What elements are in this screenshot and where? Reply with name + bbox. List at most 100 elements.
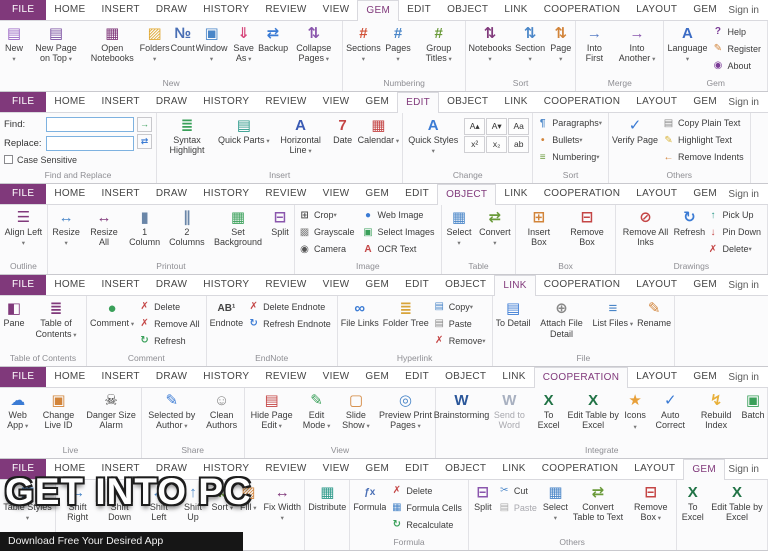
tab-review[interactable]: REVIEW <box>257 184 314 204</box>
collapse-pages-button[interactable]: ⇅ Collapse Pages ▾ <box>286 22 341 63</box>
tab-object[interactable]: OBJECT <box>437 275 494 295</box>
sections-button[interactable]: # Sections ▾ <box>344 22 383 64</box>
about-button[interactable]: ◉ About <box>709 57 766 74</box>
tab-home[interactable]: HOME <box>46 184 93 204</box>
tab-cooperation[interactable]: COOPERATION <box>536 92 628 112</box>
sign-in-button[interactable]: Sign in <box>728 275 768 295</box>
delete-button[interactable]: ✗ Delete <box>136 298 205 315</box>
tab-draw[interactable]: DRAW <box>148 367 195 387</box>
1-column-button[interactable]: ▮ 1 Column <box>125 206 165 247</box>
remove-all-inks-button[interactable]: ⊘ Remove All Inks <box>617 206 675 247</box>
pick-up-button[interactable]: ↑ Pick Up <box>704 207 766 224</box>
tab-gem-2[interactable]: GEM <box>685 184 725 204</box>
tab-view[interactable]: VIEW <box>315 0 358 20</box>
help-button[interactable]: ? Help <box>709 23 766 40</box>
find-input[interactable] <box>46 116 134 132</box>
grow-font-button[interactable]: A▴ <box>464 117 486 135</box>
2-columns-button[interactable]: ∥ 2 Columns <box>165 206 209 247</box>
grayscale-button[interactable]: ▩ Grayscale <box>296 224 360 241</box>
tab-cooperation[interactable]: COOPERATION <box>534 459 626 479</box>
shift-down-button[interactable]: ↓ Shift Down <box>98 481 141 522</box>
slide-show-button[interactable]: ▢ Slide Show ▾ <box>335 389 376 430</box>
refresh-endnote-button[interactable]: ↻ Refresh Endnote <box>245 315 336 332</box>
tab-layout[interactable]: LAYOUT <box>628 367 685 387</box>
highlight-text-button[interactable]: ✎ Highlight Text <box>660 132 749 149</box>
remove-button[interactable]: ✗ Remove ▾ <box>431 332 491 349</box>
tab-gem[interactable]: GEM <box>357 0 400 21</box>
selected-by-author-button[interactable]: ✎ Selected by Author ▾ <box>143 389 201 430</box>
tab-view[interactable]: VIEW <box>315 367 358 387</box>
tab-gem[interactable]: GEM <box>357 459 397 479</box>
tab-link[interactable]: LINK <box>496 184 535 204</box>
tab-file[interactable]: FILE <box>0 0 47 20</box>
tab-cooperation[interactable]: COOPERATION <box>533 367 629 389</box>
count-button[interactable]: № Count <box>170 22 196 53</box>
tab-gem-2[interactable]: GEM <box>685 275 725 295</box>
tab-gem-2[interactable]: GEM <box>685 0 725 20</box>
tab-link[interactable]: LINK <box>494 459 533 479</box>
into-first-button[interactable]: → Into First <box>577 22 612 63</box>
tab-home[interactable]: HOME <box>46 92 93 112</box>
danger-size-alarm-button[interactable]: ☠ Danger Size Alarm <box>83 389 140 430</box>
tab-object[interactable]: OBJECT <box>437 367 494 387</box>
tab-review[interactable]: REVIEW <box>257 275 314 295</box>
edit-mode-button[interactable]: ✎ Edit Mode ▾ <box>298 389 336 430</box>
new-page-on-top-button[interactable]: ▤ New Page on Top ▾ <box>27 22 85 63</box>
replace-all-button[interactable]: ⇄ <box>137 133 152 149</box>
auto-correct-button[interactable]: ✓ Auto Correct <box>648 389 692 430</box>
tab-home[interactable]: HOME <box>46 367 93 387</box>
resize-all-button[interactable]: ↔ Resize All <box>83 206 124 247</box>
to-excel-button[interactable]: X To Excel <box>678 481 708 522</box>
tab-insert[interactable]: INSERT <box>94 459 148 479</box>
shift-up-button[interactable]: ↑ Shift Up <box>177 481 210 522</box>
tab-cooperation[interactable]: COOPERATION <box>536 184 628 204</box>
resize-button[interactable]: ↔ Resize ▾ <box>49 206 84 248</box>
tab-review[interactable]: REVIEW <box>257 0 314 20</box>
delete-button[interactable]: ✗ Delete <box>388 482 467 499</box>
hide-page-edit-button[interactable]: ▤ Hide Page Edit ▾ <box>246 389 298 430</box>
remove-all-button[interactable]: ✗ Remove All <box>136 315 205 332</box>
tab-file[interactable]: FILE <box>0 367 47 388</box>
numbering-button[interactable]: ≡ Numbering ▾ <box>534 149 607 166</box>
tab-insert[interactable]: INSERT <box>94 367 148 387</box>
fix-width-button[interactable]: ↔ Fix Width ▾ <box>261 481 303 523</box>
change-live-id-button[interactable]: ▣ Change Live ID <box>34 389 82 430</box>
convert-button[interactable]: ⇄ Convert ▾ <box>475 206 514 248</box>
superscript-button[interactable]: x² <box>464 135 486 153</box>
sign-in-button[interactable]: Sign in <box>728 0 768 20</box>
edit-table-by-excel-button[interactable]: X Edit Table by Excel <box>708 481 766 522</box>
tab-edit[interactable]: EDIT <box>397 459 437 479</box>
new-button[interactable]: ▤ New ▾ <box>1 22 27 64</box>
delete-endnote-button[interactable]: ✗ Delete Endnote <box>245 298 336 315</box>
tab-draw[interactable]: DRAW <box>148 92 195 112</box>
tab-file[interactable]: FILE <box>0 459 47 480</box>
tab-history[interactable]: HISTORY <box>195 92 257 112</box>
tab-view[interactable]: VIEW <box>315 92 358 112</box>
notebooks-button[interactable]: ⇅ Notebooks ▾ <box>467 22 513 64</box>
group-titles-button[interactable]: # Group Titles ▾ <box>413 22 464 63</box>
formula-cells-button[interactable]: ▦ Formula Cells <box>388 499 467 516</box>
tab-layout[interactable]: LAYOUT <box>628 184 685 204</box>
tab-edit[interactable]: EDIT <box>397 275 437 295</box>
window-button[interactable]: ▣ Window ▾ <box>196 22 228 64</box>
attach-file-detail-button[interactable]: ⊕ Attach File Detail <box>533 297 591 338</box>
folder-tree-button[interactable]: ≣ Folder Tree <box>381 297 431 328</box>
tab-insert[interactable]: INSERT <box>94 0 148 20</box>
align-left-button[interactable]: ☰ Align Left ▾ <box>1 206 46 248</box>
tab-layout[interactable]: LAYOUT <box>628 0 685 20</box>
refresh-button[interactable]: ↻ Refresh <box>674 206 706 237</box>
bullets-button[interactable]: • Bullets ▾ <box>534 132 607 149</box>
change-case-button[interactable]: Aa <box>508 117 530 135</box>
verify-page-button[interactable]: ✓ Verify Page <box>610 114 660 145</box>
tab-history[interactable]: HISTORY <box>195 459 257 479</box>
into-another-button[interactable]: → Into Another ▾ <box>612 22 663 63</box>
remove-box-button[interactable]: ⊟ Remove Box ▾ <box>627 481 675 522</box>
tab-history[interactable]: HISTORY <box>195 0 257 20</box>
tab-view[interactable]: VIEW <box>315 459 358 479</box>
tab-object[interactable]: OBJECT <box>439 0 496 20</box>
tab-draw[interactable]: DRAW <box>148 184 195 204</box>
table-of-contents-button[interactable]: ≣ Table of Contents ▾ <box>27 297 85 338</box>
endnote-button[interactable]: AB¹ Endnote <box>208 297 246 328</box>
quick-styles-button[interactable]: A Quick Styles ▾ <box>404 114 462 156</box>
tab-history[interactable]: HISTORY <box>195 184 257 204</box>
